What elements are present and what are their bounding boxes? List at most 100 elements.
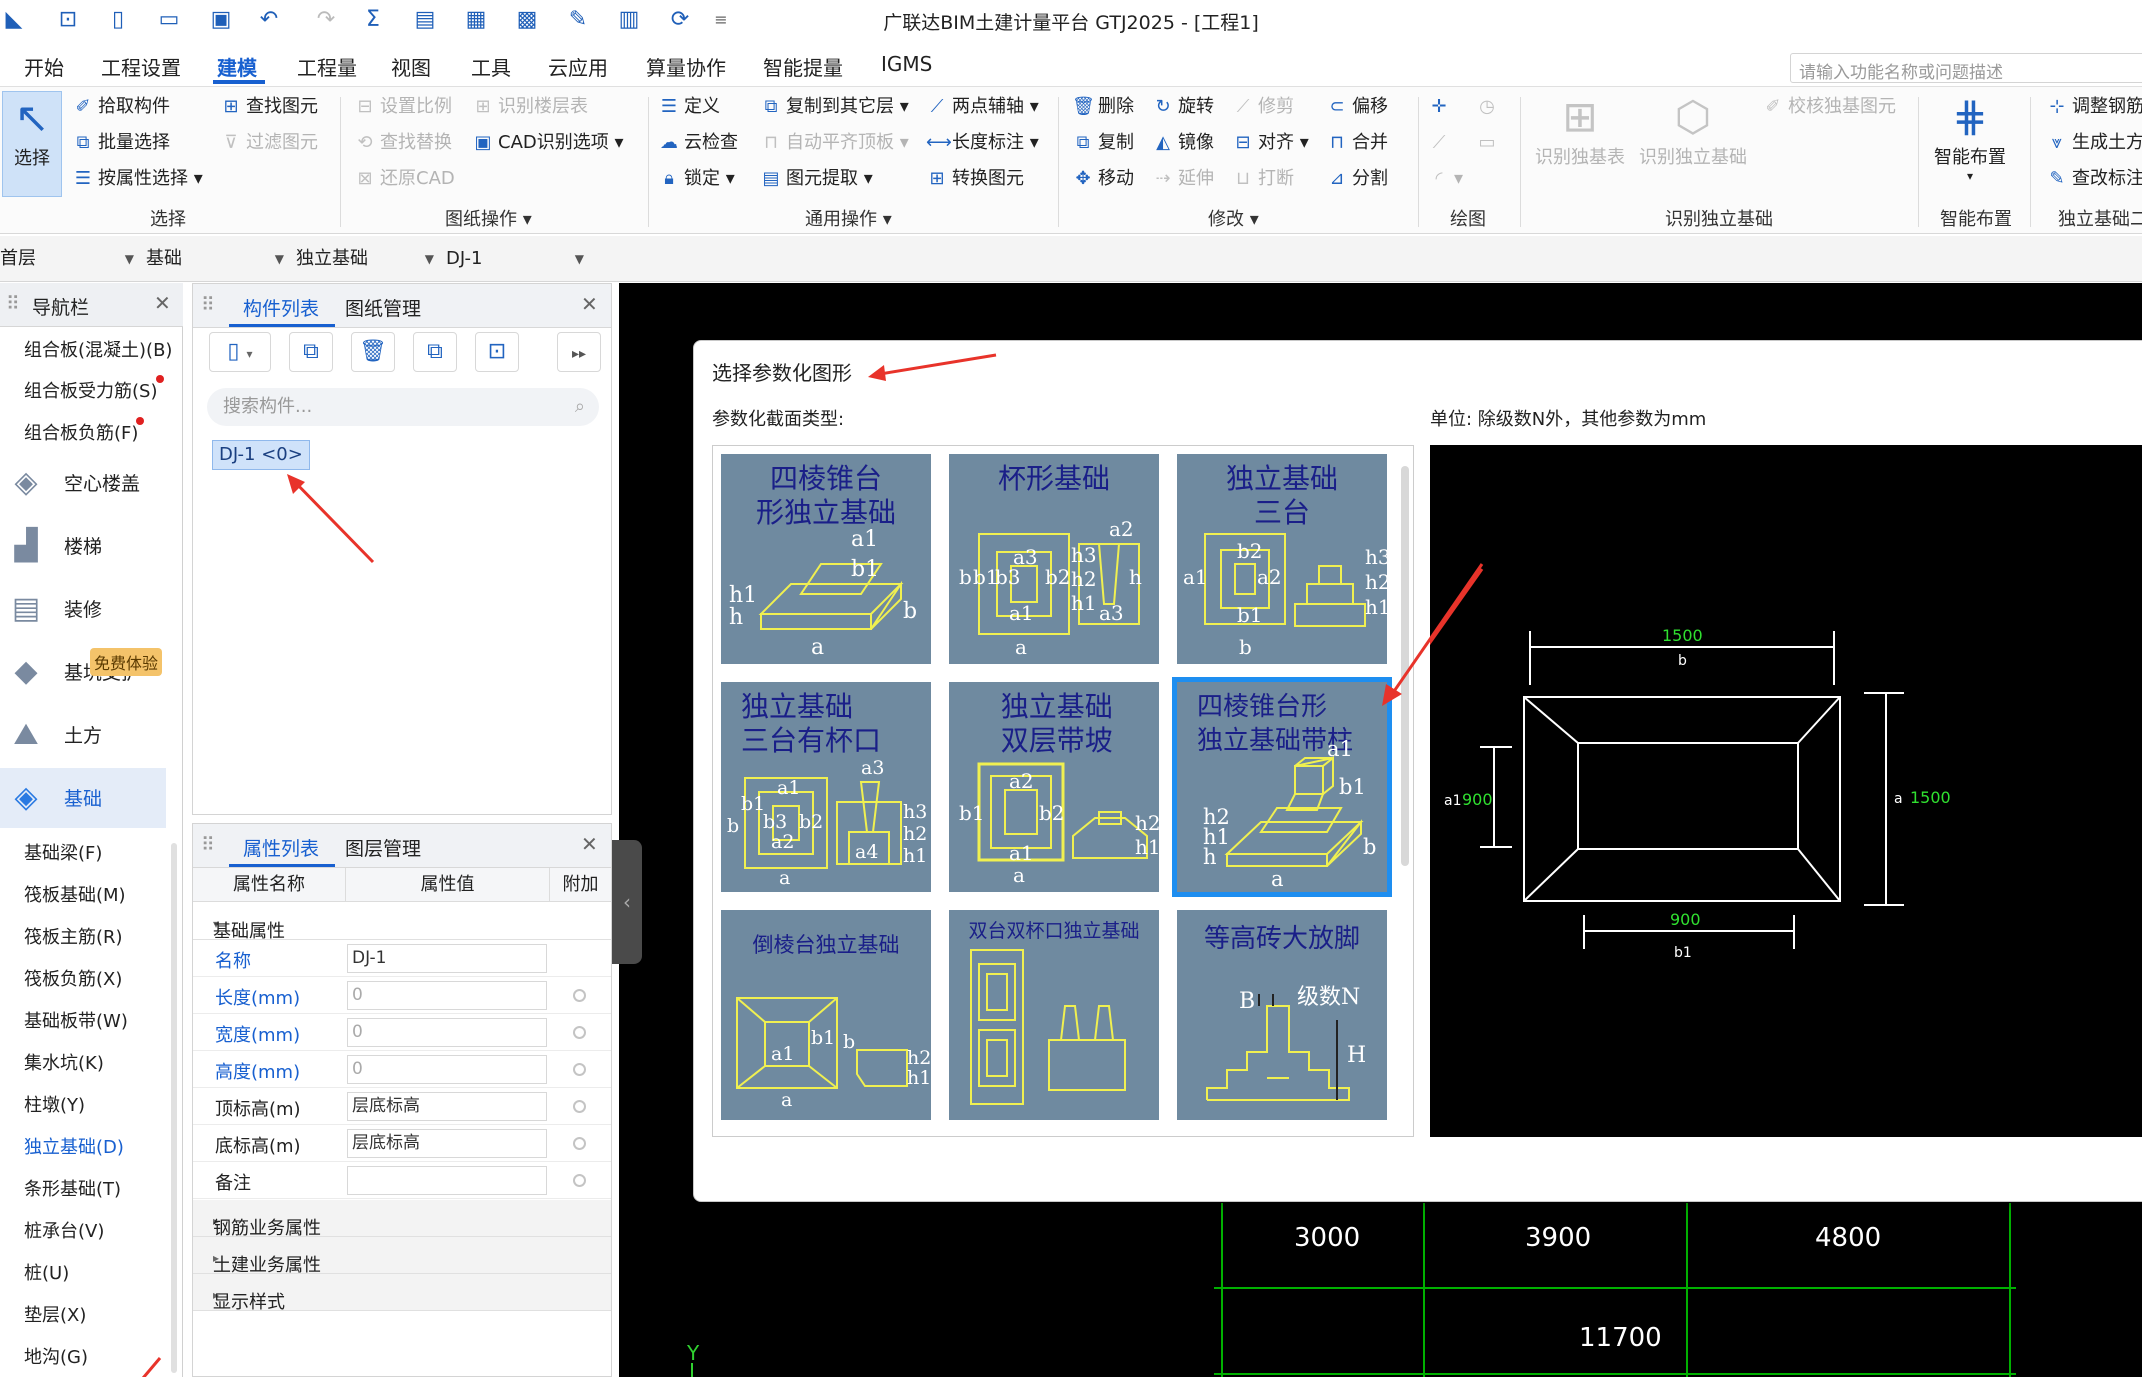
function-search-input[interactable]: 请输入功能名称或问题描述 (1790, 53, 2142, 83)
free-trial-badge[interactable]: 免费体验 (90, 648, 163, 676)
new-component-button[interactable]: ▯ ▾ (209, 332, 271, 372)
menu-modeling[interactable]: 建模 (217, 52, 257, 81)
move-button[interactable]: ✥ 移动 (1072, 165, 1134, 193)
group-label-drawing-ops[interactable]: 图纸操作 ▾ (445, 205, 532, 231)
nav-category-decoration[interactable]: ▤ 装修 (0, 579, 166, 639)
break-button[interactable]: ⊔ 打断 (1232, 165, 1294, 193)
nav-sub-item[interactable]: 条形基础(T) (24, 1175, 121, 1201)
close-icon[interactable]: ✕ (154, 291, 171, 315)
align-button[interactable]: ⊟ 对齐 ▾ (1232, 129, 1308, 157)
merge-button[interactable]: ⊓ 合并 (1326, 129, 1388, 157)
offset-button[interactable]: ⊂ 偏移 (1326, 93, 1388, 121)
menu-start[interactable]: 开始 (24, 52, 64, 81)
smart-layout-button[interactable]: ⋕ 智能布置 ▾ (1928, 91, 2012, 183)
extend-button[interactable]: ⇢ 延伸 (1152, 165, 1214, 193)
cad-recognize-options-button[interactable]: ▣ CAD识别选项 ▾ (472, 129, 623, 157)
find-replace-button[interactable]: ⟲ 查找替换 (354, 129, 452, 157)
split-button[interactable]: ⊿ 分割 (1326, 165, 1388, 193)
property-value-input[interactable]: 0 (347, 1055, 547, 1084)
copy-component-button[interactable]: ⧉ (289, 332, 333, 372)
close-icon[interactable]: ✕ (581, 292, 598, 316)
group-label-modify[interactable]: 修改 ▾ (1208, 205, 1259, 231)
category-select[interactable]: 基础 ▼ (146, 244, 284, 274)
property-value-input[interactable]: DJ-1 (347, 944, 547, 973)
find-element-button[interactable]: ⊞ 查找图元 (220, 93, 318, 121)
shape-thumbnail[interactable]: 双台双杯口独立基础 (949, 910, 1159, 1120)
property-section-civil[interactable]: ▸ 土建业务属性 (193, 1237, 611, 1276)
adjust-rebar-button[interactable]: ⊹ 调整钢筋 (2046, 93, 2142, 121)
tab-component-list[interactable]: 构件列表 (243, 294, 319, 321)
check-isolated-element-button[interactable]: ✐ 校核独基图元 (1762, 93, 1896, 121)
extra-checkbox[interactable] (573, 1100, 586, 1113)
shape-thumbnail[interactable]: 独立基础 三台 a1b2a2h3h2h1b1b (1177, 454, 1387, 664)
mirror-button[interactable]: ◭ 镜像 (1152, 129, 1214, 157)
shape-thumbnail[interactable]: 独立基础 三台有杯口 a3 a1 b1 b3 b2 a2 b a4 h3 h2 h1 a (721, 682, 931, 892)
menu-igms[interactable]: IGMS (881, 52, 932, 76)
type-select[interactable]: 独立基础 ▼ (296, 244, 434, 274)
recognize-floor-table-button[interactable]: ⊞ 识别楼层表 (472, 93, 588, 121)
delete-button[interactable]: 🗑︎ 删除 (1072, 93, 1134, 121)
property-value-input[interactable]: 层底标高 (347, 1129, 547, 1158)
trim-button[interactable]: ⟋ 修剪 (1232, 93, 1294, 121)
nav-category-earthwork[interactable]: ⛰︎ 土方 (0, 705, 166, 765)
drag-handle-icon[interactable]: ⠿ (201, 834, 215, 856)
property-section-display[interactable]: ▸ 显示样式 (193, 1274, 611, 1313)
group-label-general-ops[interactable]: 通用操作 ▾ (805, 205, 892, 231)
shape-thumbnail[interactable]: 杯形基础 a2 b b1 b3 a3 b2 h3 h2 h1 h a1 a3 a (949, 454, 1159, 664)
extra-checkbox[interactable] (573, 1137, 586, 1150)
define-button[interactable]: ☰ 定义 (658, 93, 720, 121)
nav-sub-item[interactable]: 桩承台(V) (24, 1217, 104, 1243)
drag-handle-icon[interactable]: ⠿ (201, 294, 215, 316)
more-tools-button[interactable]: ▸▸ (557, 332, 601, 372)
nav-sub-item-active[interactable]: 独立基础(D) (24, 1133, 124, 1159)
nav-sub-item[interactable]: 基础梁(F) (24, 839, 102, 865)
nav-sub-item[interactable]: 垫层(X) (24, 1301, 86, 1327)
menu-project-settings[interactable]: 工程设置 (101, 52, 181, 81)
two-point-axis-button[interactable]: ⟋ 两点辅轴 ▾ (926, 93, 1039, 121)
extra-checkbox[interactable] (573, 1174, 586, 1187)
recognize-isolated-foundation-button[interactable]: ⬡ 识别独立基础 (1636, 91, 1750, 169)
nav-category-stairs[interactable]: ▟ 楼梯 (0, 516, 166, 576)
property-section-rebar[interactable]: ▸ 钢筋业务属性 (193, 1200, 611, 1239)
point-draw-button[interactable]: ✛ (1428, 93, 1454, 121)
nav-sub-item[interactable]: 筏板基础(M) (24, 881, 126, 907)
extra-checkbox[interactable] (573, 989, 586, 1002)
collapse-panel-handle[interactable]: ‹ (612, 840, 642, 964)
nav-sub-item[interactable]: 柱墩(Y) (24, 1091, 85, 1117)
generate-earthwork-button[interactable]: ⩔ 生成土方 (2046, 129, 2142, 157)
property-value-input[interactable]: 层底标高 (347, 1092, 547, 1121)
extra-checkbox[interactable] (573, 1026, 586, 1039)
arc-draw-button[interactable]: ◜ ▾ (1428, 165, 1464, 193)
nav-category-pit-support[interactable]: ◆基坑支护 免费体验 (0, 642, 166, 702)
select-button[interactable]: ↖ 选择 (2, 91, 62, 197)
tab-layer-management[interactable]: 图层管理 (345, 834, 421, 861)
edit-annotation-button[interactable]: ✎ 查改标注 (2046, 165, 2142, 193)
component-tool-button[interactable]: ⊡ (475, 332, 519, 372)
shape-thumbnail-selected[interactable]: 四棱锥台形 独立基础带柱 a1 b1 h2 h1 h b a (1172, 677, 1392, 897)
auto-align-top-button[interactable]: ⊓ 自动平齐顶板 ▾ (760, 129, 909, 157)
nav-item[interactable]: 组合板(混凝土)(B) (24, 336, 172, 362)
select-by-attribute-button[interactable]: ☰ 按属性选择 ▾ (72, 165, 203, 193)
drag-handle-icon[interactable]: ⠿ (6, 293, 20, 315)
delete-component-button[interactable]: 🗑︎ (351, 332, 395, 372)
shape-thumbnail[interactable]: 倒棱台独立基础 b1 a1 a b h2 h1 (721, 910, 931, 1120)
nav-sub-item[interactable]: 筏板负筋(X) (24, 965, 122, 991)
nav-sub-item[interactable]: 基础板带(W) (24, 1007, 128, 1033)
nav-sub-item[interactable]: 集水坑(K) (24, 1049, 104, 1075)
nav-category-hollow-floor[interactable]: ◈ 空心楼盖 (0, 453, 166, 513)
menu-smart-extract[interactable]: 智能提量 (763, 52, 843, 81)
cloud-check-button[interactable]: ☁ 云检查 (658, 129, 738, 157)
nav-category-foundation[interactable]: ◈ 基础 (0, 768, 166, 828)
floor-select[interactable]: 首层 ▼ (0, 244, 134, 274)
rotate-button[interactable]: ↻ 旋转 (1152, 93, 1214, 121)
tab-property-list[interactable]: 属性列表 (243, 834, 319, 861)
copy-to-other-floor-button[interactable]: ⧉ 复制到其它层 ▾ (760, 93, 909, 121)
rect-draw-button[interactable]: ▭ (1476, 129, 1502, 157)
property-section-foundation[interactable]: ▾ 基础属性 (193, 903, 611, 942)
shape-thumbnail[interactable]: 四棱锥台 形独立基础 a1 b1 h1 h a b (721, 454, 931, 664)
convert-element-button[interactable]: ⊞ 转换图元 (926, 165, 1024, 193)
line-draw-button[interactable]: ⟋ (1428, 129, 1454, 157)
nav-sub-item[interactable]: 桩(U) (24, 1259, 69, 1285)
element-extract-button[interactable]: ▤ 图元提取 ▾ (760, 165, 872, 193)
menu-quantity[interactable]: 工程量 (297, 52, 357, 81)
